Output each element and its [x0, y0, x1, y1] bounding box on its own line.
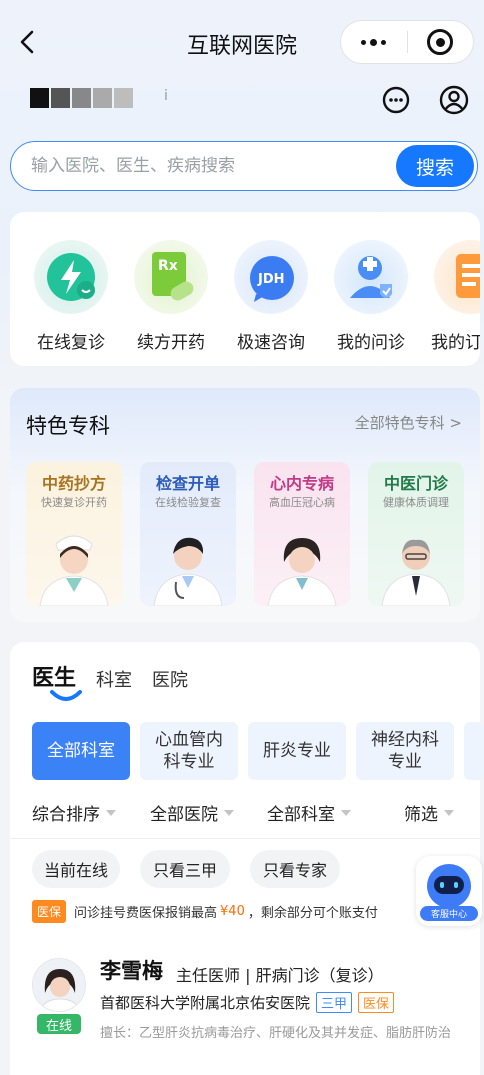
sort-label: 筛选: [404, 805, 438, 825]
more-button[interactable]: [341, 21, 407, 63]
specialty-section: 特色专科 全部特色专科 > 中药抄方 快速复诊开药 检查开单 在线检验复查 心内…: [10, 388, 480, 622]
location-redacted[interactable]: [30, 88, 133, 108]
divider: [10, 838, 480, 839]
specialty-card-subtitle: 健康体质调理: [383, 496, 449, 509]
document-icon: [434, 240, 480, 314]
caret-down-icon: [106, 809, 116, 816]
doctor-shield-icon: [334, 240, 408, 314]
insurance-text: 问诊挂号费医保报销最高: [74, 906, 218, 921]
specialty-card-cardiology[interactable]: 心内专病 高血压冠心病: [254, 462, 350, 606]
specialty-card-tcm-clinic[interactable]: 中医门诊 健康体质调理: [368, 462, 464, 606]
quick-entry-online-revisit[interactable]: 在线复诊: [23, 240, 119, 353]
sort-hospital[interactable]: 全部医院: [150, 800, 234, 825]
tab-doctor[interactable]: 医生: [32, 660, 76, 692]
quick-entry-label: 续方开药: [137, 333, 205, 353]
robot-icon: [427, 864, 471, 908]
sort-label: 综合排序: [32, 805, 100, 825]
jdh-bubble-icon: JDH: [234, 240, 308, 314]
doctor-portrait-icon: [153, 537, 223, 606]
insurance-tag: 医保: [32, 900, 67, 923]
doctor-skill: 擅长：乙型肝炎抗病毒治疗、肝硬化及其并发症、脂肪肝防治: [100, 1026, 452, 1041]
nurse-portrait-icon: [39, 535, 109, 606]
insurance-text-rest: ，剩余部分可个账支付: [247, 906, 378, 921]
sort-department[interactable]: 全部科室: [267, 800, 351, 825]
department-chip-cardiology[interactable]: 心血管内科专业: [140, 722, 238, 780]
nav-bar: 互联网医院: [0, 0, 484, 84]
user-icon[interactable]: [438, 84, 470, 116]
sort-label: 全部科室: [267, 805, 335, 825]
quick-entry-label: 极速咨询: [237, 333, 305, 353]
status-badge: 在线: [37, 1014, 81, 1034]
tab-department[interactable]: 科室: [96, 666, 132, 692]
quick-entry-label: 我的订: [431, 333, 480, 353]
quick-entry-fast-consult[interactable]: JDH 极速咨询: [223, 240, 319, 353]
specialty-card-tcm-prescription[interactable]: 中药抄方 快速复诊开药: [26, 462, 122, 606]
more-dots-icon: [361, 38, 387, 46]
insurance-badge: 医保: [358, 992, 395, 1013]
mini-program-capsule: [340, 20, 474, 64]
caret-down-icon: [444, 809, 454, 816]
target-icon: [427, 29, 454, 55]
sort-comprehensive[interactable]: 综合排序: [32, 800, 116, 825]
specialty-more-link[interactable]: 全部特色专科 >: [355, 412, 462, 433]
specialty-card-subtitle: 快速复诊开药: [41, 496, 107, 509]
customer-service-button[interactable]: 客服中心: [416, 856, 482, 926]
quick-entry-prescription[interactable]: Rx 续方开药: [123, 240, 219, 353]
insurance-notice: 医保 问诊挂号费医保报销最高 ¥40 ，剩余部分可个账支付: [32, 900, 378, 923]
lightning-icon: [34, 240, 108, 314]
sort-label: 全部医院: [150, 805, 218, 825]
hospital-level-badge: 三甲: [316, 992, 353, 1013]
specialty-card-title: 中医门诊: [383, 474, 448, 493]
filter-experts[interactable]: 只看专家: [250, 850, 340, 888]
specialty-card-title: 中药抄方: [41, 474, 106, 493]
doctor-portrait-icon: [381, 539, 451, 606]
search-button[interactable]: 搜索: [396, 145, 474, 187]
department-chip-all[interactable]: 全部科室: [32, 722, 130, 780]
caret-down-icon: [341, 809, 351, 816]
specialty-card-title: 检查开单: [155, 474, 220, 493]
filter-top-tier[interactable]: 只看三甲: [140, 850, 230, 888]
svg-text:Rx: Rx: [158, 258, 178, 274]
message-icon[interactable]: [380, 84, 412, 116]
insurance-amount: ¥40: [220, 904, 245, 919]
category-tabs: 医生 科室 医院: [32, 660, 188, 692]
quick-entry-label: 我的问诊: [337, 333, 405, 353]
search-bar: 搜索: [10, 141, 478, 191]
specialty-card-subtitle: 高血压冠心病: [269, 496, 335, 509]
svg-text:JDH: JDH: [257, 272, 285, 287]
doctor-portrait-icon: [267, 538, 337, 606]
search-input[interactable]: [31, 152, 391, 180]
avatar: [32, 958, 86, 1012]
doctor-title: 主任医师 | 肝病门诊（复诊）: [176, 966, 384, 985]
specialty-card-title: 心内专病: [269, 474, 334, 493]
location-caret: i: [164, 88, 168, 104]
close-button[interactable]: [408, 21, 474, 63]
specialty-card-exam-order[interactable]: 检查开单 在线检验复查: [140, 462, 236, 606]
quick-entry-card: 在线复诊 Rx 续方开药 JDH 极速咨询 我的问诊 我的订: [10, 212, 480, 366]
sort-filter[interactable]: 筛选: [404, 800, 454, 825]
department-chip-overflow[interactable]: [464, 722, 484, 780]
customer-service-label: 客服中心: [420, 906, 478, 921]
department-chip-hepatitis[interactable]: 肝炎专业: [248, 722, 346, 780]
department-chip-neurology[interactable]: 神经内科专业: [356, 722, 454, 780]
specialty-title: 特色专科: [26, 414, 110, 438]
doctor-name: 李雪梅: [100, 959, 163, 983]
rx-pill-icon: Rx: [134, 240, 208, 314]
specialty-card-subtitle: 在线检验复查: [155, 496, 221, 509]
quick-entry-my-consults[interactable]: 我的问诊: [323, 240, 419, 353]
filter-online-now[interactable]: 当前在线: [32, 850, 120, 888]
caret-down-icon: [224, 809, 234, 816]
quick-entry-label: 在线复诊: [37, 333, 105, 353]
doctor-hospital: 首都医科大学附属北京佑安医院: [100, 994, 311, 1012]
doctor-hospital-row: 首都医科大学附属北京佑安医院 三甲 医保: [100, 992, 395, 1013]
tab-hospital[interactable]: 医院: [152, 666, 188, 692]
tab-indicator: [50, 690, 82, 701]
quick-entry-my-orders[interactable]: 我的订: [423, 240, 480, 353]
